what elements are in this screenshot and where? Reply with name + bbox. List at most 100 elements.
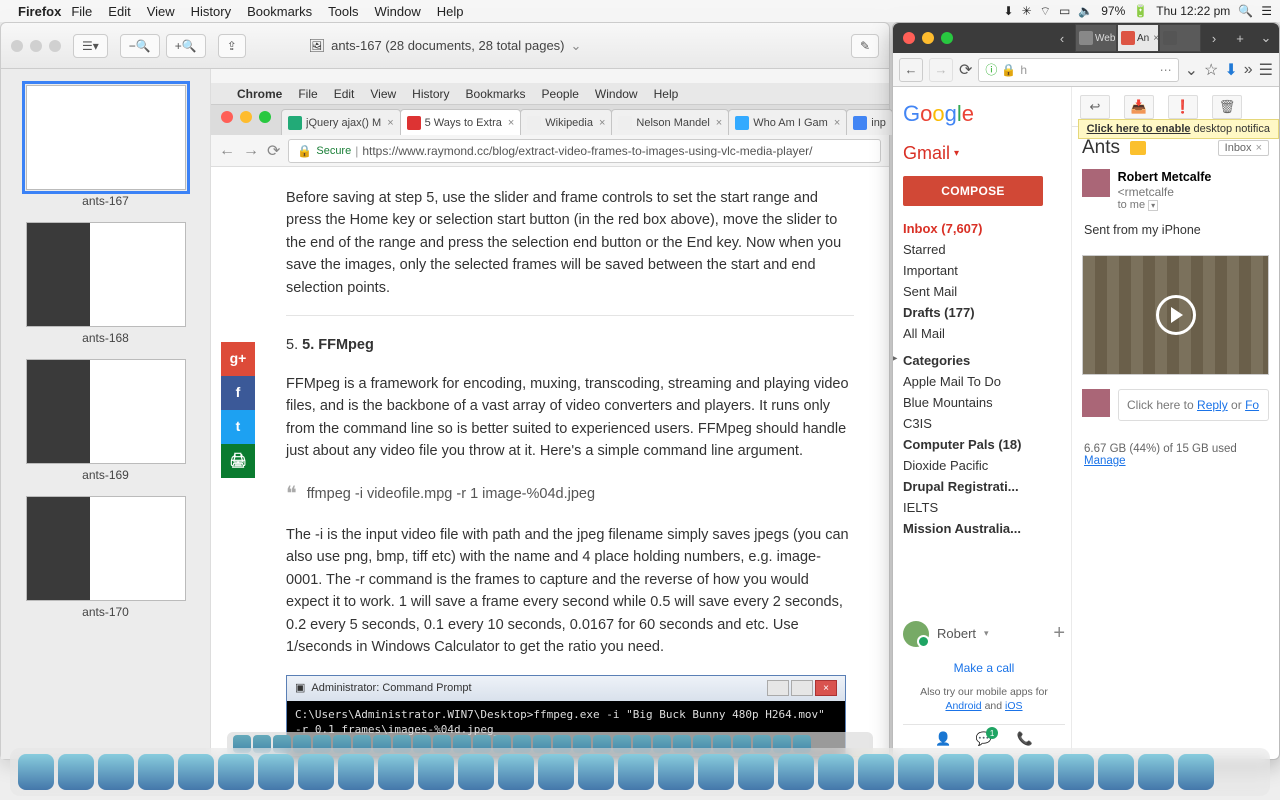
firefox-tab[interactable] xyxy=(1159,24,1201,52)
hangouts-user[interactable]: Robert ▾ + xyxy=(903,613,1065,655)
dock-app-icon[interactable] xyxy=(418,754,454,790)
dock-app-icon[interactable] xyxy=(1018,754,1054,790)
nav-categories[interactable]: Categories xyxy=(903,350,1065,371)
dock-app-icon[interactable] xyxy=(898,754,934,790)
title-dropdown-icon[interactable]: ⌄ xyxy=(571,38,582,54)
battery-percent[interactable]: 97% xyxy=(1101,4,1125,18)
hangouts-tab-icon[interactable]: 💬1 xyxy=(976,731,992,747)
android-link[interactable]: Android xyxy=(945,700,981,712)
nav-label[interactable]: Drupal Registrati... xyxy=(903,476,1065,497)
dock-app-icon[interactable] xyxy=(778,754,814,790)
dock-app-icon[interactable] xyxy=(1098,754,1134,790)
inbox-label[interactable]: Inbox× xyxy=(1218,140,1269,156)
tab-menu-icon[interactable]: ⌄ xyxy=(1253,30,1279,46)
firefox-traffic-lights[interactable] xyxy=(903,32,953,44)
pocket-icon[interactable]: ⌄ xyxy=(1185,60,1198,80)
menu-window[interactable]: Window xyxy=(375,4,421,19)
dock-app-icon[interactable] xyxy=(1058,754,1094,790)
nav-inbox[interactable]: Inbox (7,607) xyxy=(903,218,1065,239)
downloads-icon[interactable]: ⬇ xyxy=(1224,60,1237,80)
menu-file[interactable]: File xyxy=(71,4,92,19)
menu-bookmarks[interactable]: Bookmarks xyxy=(247,4,312,19)
battery-icon[interactable]: 🔋 xyxy=(1133,4,1148,18)
zoom-in-button[interactable]: +🔍 xyxy=(166,34,206,58)
tab-scroll-right-icon[interactable]: › xyxy=(1201,31,1227,46)
spotlight-icon[interactable]: 🔍 xyxy=(1238,4,1253,18)
back-button[interactable]: ← xyxy=(899,58,923,82)
dock-app-icon[interactable] xyxy=(1178,754,1214,790)
overflow-icon[interactable]: » xyxy=(1244,61,1253,79)
desktop-notification-bar[interactable]: Click here to enable desktop notifica xyxy=(1078,119,1279,139)
nav-label[interactable]: Apple Mail To Do xyxy=(903,371,1065,392)
download-status-icon[interactable]: ⬇ xyxy=(1004,4,1014,18)
dock-app-icon[interactable] xyxy=(338,754,374,790)
thumbnail-4[interactable] xyxy=(26,496,186,601)
nav-label[interactable]: Dioxide Pacific xyxy=(903,455,1065,476)
delete-button[interactable]: 🗑 xyxy=(1212,95,1242,119)
back-to-inbox-button[interactable]: ↩ xyxy=(1080,95,1110,119)
gmail-brand[interactable]: Gmail▾ xyxy=(903,143,1065,164)
thumbnail-1[interactable] xyxy=(26,85,186,190)
dock-app-icon[interactable] xyxy=(538,754,574,790)
preview-traffic-lights[interactable] xyxy=(11,40,61,52)
active-app-name[interactable]: Firefox xyxy=(18,4,61,19)
clock[interactable]: Thu 12:22 pm xyxy=(1156,4,1230,18)
dock-app-icon[interactable] xyxy=(658,754,694,790)
dock-app-icon[interactable] xyxy=(578,754,614,790)
dock-app-icon[interactable] xyxy=(18,754,54,790)
nav-label[interactable]: Mission Australia... xyxy=(903,518,1065,539)
dock-app-icon[interactable] xyxy=(98,754,134,790)
zoom-out-button[interactable]: −🔍 xyxy=(120,34,160,58)
dock-app-icon[interactable] xyxy=(178,754,214,790)
dock-app-icon[interactable] xyxy=(498,754,534,790)
phone-tab-icon[interactable]: 📞 xyxy=(1017,731,1033,747)
nav-allmail[interactable]: All Mail xyxy=(903,323,1065,344)
menu-view[interactable]: View xyxy=(147,4,175,19)
volume-icon[interactable]: 🔈 xyxy=(1078,4,1093,18)
tab-scroll-left-icon[interactable]: ‹ xyxy=(1049,31,1075,46)
nav-label[interactable]: IELTS xyxy=(903,497,1065,518)
reply-box[interactable]: Click here to Reply or Fo xyxy=(1082,389,1269,421)
dock-app-icon[interactable] xyxy=(858,754,894,790)
dock-app-icon[interactable] xyxy=(298,754,334,790)
menu-tools[interactable]: Tools xyxy=(328,4,358,19)
dock-app-icon[interactable] xyxy=(978,754,1014,790)
dock-app-icon[interactable] xyxy=(1138,754,1174,790)
make-a-call-link[interactable]: Make a call xyxy=(903,655,1065,681)
details-toggle-icon[interactable]: ▾ xyxy=(1148,200,1158,211)
markup-button[interactable]: ✎ xyxy=(851,34,879,58)
google-logo[interactable]: Google xyxy=(903,95,1065,137)
menu-edit[interactable]: Edit xyxy=(108,4,130,19)
firefox-tab-active[interactable]: An× xyxy=(1117,24,1159,52)
dock-app-icon[interactable] xyxy=(738,754,774,790)
nav-starred[interactable]: Starred xyxy=(903,239,1065,260)
folder-icon[interactable] xyxy=(1130,141,1146,155)
hamburger-menu-icon[interactable]: ☰ xyxy=(1259,60,1273,80)
menu-help[interactable]: Help xyxy=(437,4,464,19)
nav-label[interactable]: Computer Pals (18) xyxy=(903,434,1065,455)
dock-app-icon[interactable] xyxy=(258,754,294,790)
menu-history[interactable]: History xyxy=(191,4,231,19)
avast-icon[interactable]: ✳ xyxy=(1022,4,1032,18)
bookmark-star-icon[interactable]: ☆ xyxy=(1204,60,1218,80)
nav-important[interactable]: Important xyxy=(903,260,1065,281)
sidebar-toggle-button[interactable]: ☰▾ xyxy=(73,34,108,58)
dock-app-icon[interactable] xyxy=(58,754,94,790)
ios-link[interactable]: iOS xyxy=(1005,700,1023,712)
compose-button[interactable]: COMPOSE xyxy=(903,176,1043,206)
wifi-icon[interactable]: ⌔ xyxy=(1040,4,1051,19)
dock-app-icon[interactable] xyxy=(938,754,974,790)
manage-storage-link[interactable]: Manage xyxy=(1084,455,1126,467)
new-tab-button[interactable]: + xyxy=(1227,31,1253,46)
spam-button[interactable]: ❗ xyxy=(1168,95,1198,119)
forward-link[interactable]: Fo xyxy=(1245,398,1259,412)
site-info-icon[interactable]: ⓘ xyxy=(985,61,997,78)
nav-sent[interactable]: Sent Mail xyxy=(903,281,1065,302)
add-contact-icon[interactable]: + xyxy=(1053,622,1065,645)
reply-link[interactable]: Reply xyxy=(1197,398,1228,412)
video-attachment[interactable] xyxy=(1082,255,1269,375)
notification-center-icon[interactable]: ☰ xyxy=(1261,4,1272,18)
nav-drafts[interactable]: Drafts (177) xyxy=(903,302,1065,323)
dock-app-icon[interactable] xyxy=(458,754,494,790)
thumbnail-3[interactable] xyxy=(26,359,186,464)
